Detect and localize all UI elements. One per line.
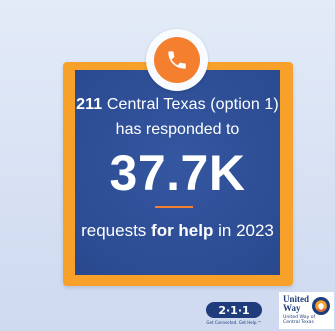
line3-prefix: requests bbox=[81, 221, 147, 240]
phone-badge bbox=[146, 29, 208, 91]
headline-rest: Central Texas (option 1) bbox=[106, 96, 279, 113]
line3-suffix: in 2023 bbox=[218, 221, 274, 240]
headline-line-3: requests for help in 2023 bbox=[75, 221, 280, 241]
infographic-canvas: 211 Central Texas (option 1) has respond… bbox=[0, 0, 335, 331]
stat-number: 37.7K bbox=[109, 145, 246, 201]
phone-icon bbox=[154, 37, 200, 83]
logo-211-tagline: Get Connected. Get Help.™ bbox=[206, 320, 262, 325]
logo-211-mark: 2·1·1 bbox=[206, 302, 262, 318]
united-way-emblem-icon bbox=[312, 297, 330, 315]
accent-underline bbox=[155, 206, 193, 208]
headline-line-2: has responded to bbox=[115, 121, 240, 138]
line3-strong: for help bbox=[151, 221, 214, 240]
logo-211: 2·1·1 Get Connected. Get Help.™ bbox=[206, 302, 264, 330]
united-way-line-2: Way bbox=[283, 303, 301, 313]
logo-united-way: United Way United Way of Central Texas bbox=[279, 292, 334, 329]
united-way-org-2: Central Texas bbox=[283, 320, 314, 325]
headline-211: 211 bbox=[76, 96, 103, 113]
headline-line-1: 211 Central Texas (option 1) bbox=[75, 96, 280, 114]
